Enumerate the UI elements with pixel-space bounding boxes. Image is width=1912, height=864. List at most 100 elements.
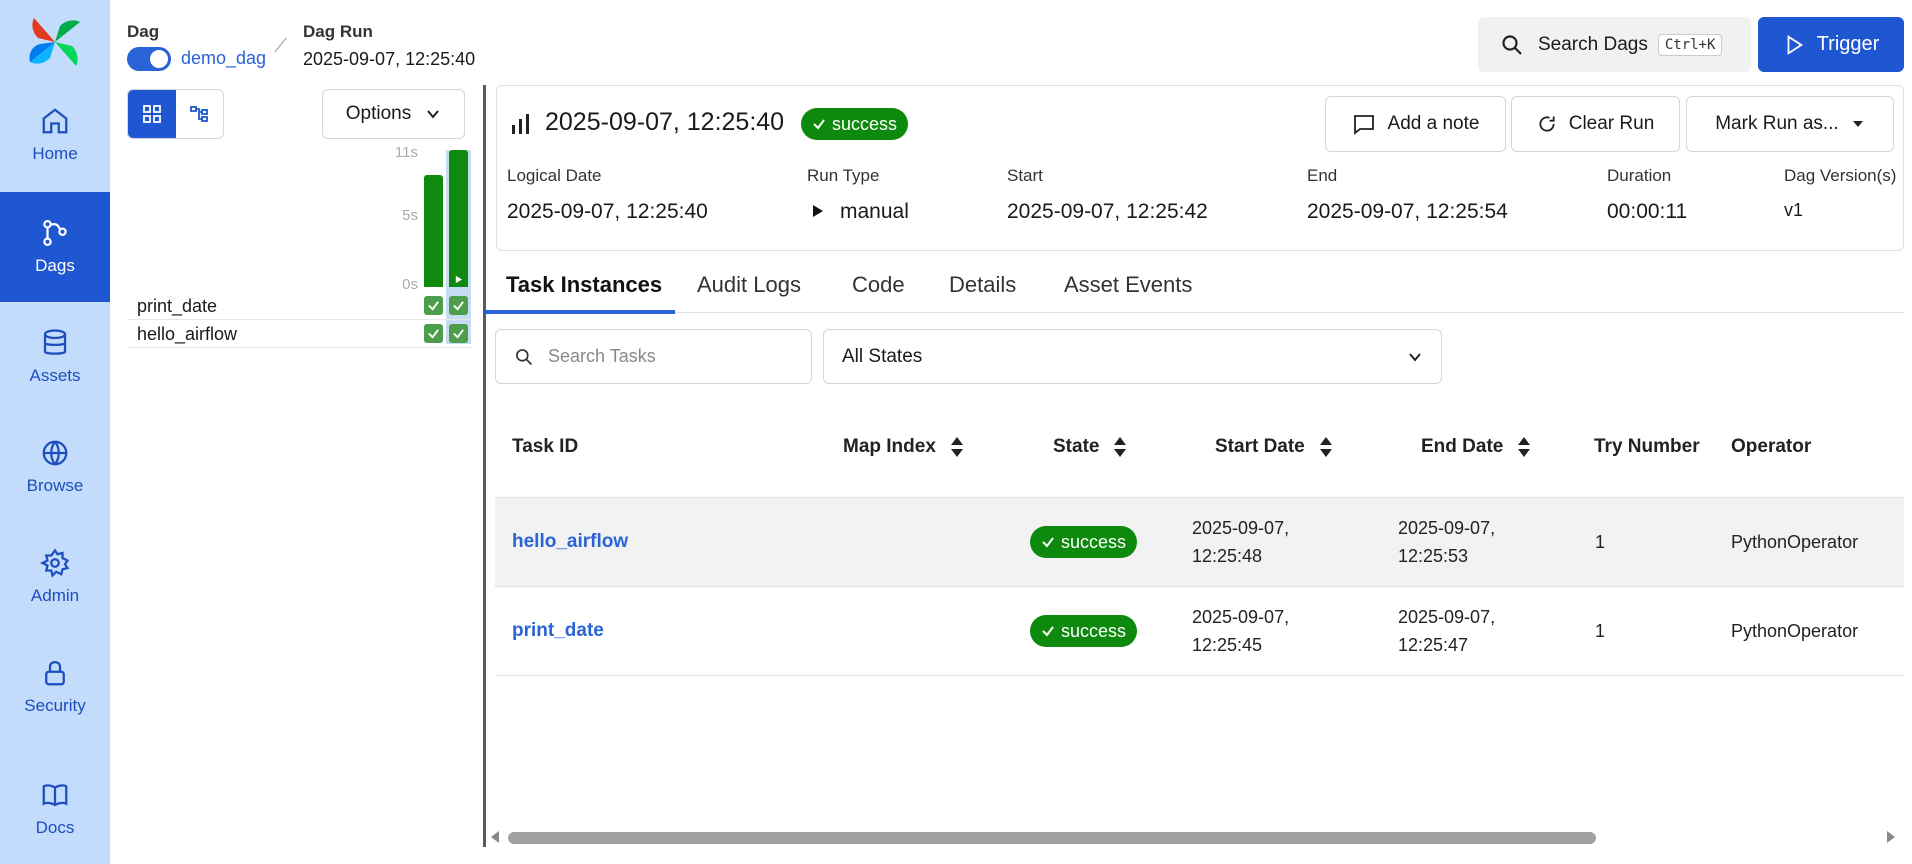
run-duration-bar-selected[interactable] — [449, 150, 468, 287]
mark-run-label: Mark Run as... — [1715, 113, 1839, 134]
sidebar-item-assets[interactable]: Assets — [0, 302, 110, 412]
caret-down-icon — [1852, 121, 1863, 127]
column-header-try-number[interactable]: Try Number — [1594, 436, 1700, 458]
axis-tick-label: 5s — [402, 207, 418, 224]
tab-task-instances[interactable]: Task Instances — [506, 272, 662, 298]
sort-icon — [950, 437, 963, 457]
mark-run-as-dropdown[interactable]: Mark Run as... — [1686, 96, 1894, 152]
check-icon — [453, 329, 464, 339]
run-duration-bar[interactable] — [424, 174, 443, 287]
meta-value-duration: 00:00:11 — [1607, 200, 1688, 223]
meta-value-end: 2025-09-07, 12:25:54 — [1307, 200, 1508, 223]
meta-value-start: 2025-09-07, 12:25:42 — [1007, 200, 1208, 223]
breadcrumb-dag-link[interactable]: demo_dag — [181, 48, 266, 69]
state-filter-select[interactable]: All States — [823, 329, 1442, 384]
sidebar-item-browse[interactable]: Browse — [0, 412, 110, 522]
check-icon — [453, 301, 464, 311]
graph-icon — [190, 106, 209, 122]
clear-run-label: Clear Run — [1568, 113, 1655, 134]
breadcrumb-run-label: Dag Run — [303, 22, 373, 41]
grid-task-row[interactable]: hello_airflow — [127, 320, 472, 348]
grid-view-button[interactable] — [128, 90, 176, 138]
try-number-cell: 1 — [1595, 621, 1606, 641]
sort-icon — [1518, 437, 1531, 457]
airflow-logo[interactable] — [28, 16, 82, 68]
shortcut-badge: Ctrl+K — [1657, 33, 1723, 56]
task-id-link[interactable]: print_date — [512, 620, 604, 642]
options-label: Options — [345, 103, 412, 124]
sidebar-item-label: Browse — [26, 476, 84, 495]
operator-cell: PythonOperator — [1731, 532, 1859, 552]
chevron-down-icon — [1409, 352, 1421, 362]
task-instance-success-cell[interactable] — [424, 296, 443, 315]
task-id-link[interactable]: hello_airflow — [512, 531, 628, 553]
tabs-divider — [484, 312, 1904, 313]
column-header-label: End Date — [1421, 436, 1504, 457]
column-header-task-id[interactable]: Task ID — [512, 436, 578, 458]
start-time-line: 12:25:45 — [1192, 635, 1263, 655]
sidebar-item-label: Dags — [35, 256, 75, 275]
scroll-right-arrow[interactable] — [1887, 831, 1895, 843]
column-header-start-date[interactable]: Start Date — [1215, 436, 1333, 458]
task-instance-success-cell[interactable] — [449, 296, 468, 315]
clear-run-button[interactable]: Clear Run — [1511, 96, 1680, 152]
sidebar-item-label: Home — [32, 144, 78, 163]
panel-resize-handle[interactable] — [483, 85, 486, 847]
search-dags-button[interactable]: Search Dags Ctrl+K — [1478, 17, 1751, 72]
tab-code[interactable]: Code — [852, 272, 905, 298]
globe-icon — [42, 440, 68, 466]
grid-task-row[interactable]: print_date — [127, 292, 472, 320]
tab-audit-logs[interactable]: Audit Logs — [697, 272, 801, 298]
column-header-label: State — [1053, 436, 1100, 457]
dag-icon — [43, 220, 67, 246]
end-time-line: 12:25:53 — [1398, 546, 1469, 566]
meta-value-dag-version[interactable]: v1 — [1784, 200, 1803, 221]
column-header-operator[interactable]: Operator — [1731, 436, 1811, 458]
start-date-cell: 2025-09-07, 12:25:45 — [1192, 603, 1289, 659]
add-note-button[interactable]: Add a note — [1325, 96, 1506, 152]
grid-task-name: print_date — [137, 296, 218, 316]
meta-label-dag-version: Dag Version(s) — [1784, 166, 1897, 185]
column-header-map-index[interactable]: Map Index — [843, 436, 964, 458]
sort-icon — [1319, 437, 1332, 457]
options-dropdown[interactable]: Options — [322, 89, 465, 139]
breadcrumb-dag-label: Dag — [127, 22, 160, 41]
trigger-button[interactable]: Trigger — [1758, 17, 1904, 72]
end-date-cell: 2025-09-07, 12:25:47 — [1398, 603, 1495, 659]
sidebar-item-dags[interactable]: Dags — [0, 192, 110, 302]
play-marker-icon — [455, 275, 463, 284]
sidebar-item-admin[interactable]: Admin — [0, 522, 110, 632]
column-header-label: Map Index — [843, 436, 936, 457]
sidebar-item-security[interactable]: Security — [0, 632, 110, 742]
sidebar-item-docs[interactable]: Docs — [0, 754, 110, 864]
scroll-left-arrow[interactable] — [491, 831, 499, 843]
end-date-line: 2025-09-07, — [1398, 607, 1496, 627]
tab-asset-events[interactable]: Asset Events — [1064, 272, 1192, 298]
graph-view-button[interactable] — [176, 90, 224, 138]
start-date-line: 2025-09-07, — [1192, 518, 1290, 538]
task-instance-success-cell[interactable] — [424, 324, 443, 343]
end-date-cell: 2025-09-07, 12:25:53 — [1398, 514, 1495, 570]
end-date-line: 2025-09-07, — [1398, 518, 1496, 538]
sidebar-item-label: Assets — [29, 366, 81, 385]
status-badge-label: success — [1061, 531, 1127, 552]
tab-details[interactable]: Details — [949, 272, 1016, 298]
sidebar-item-home[interactable]: Home — [0, 80, 110, 190]
horizontal-scrollbar[interactable] — [508, 832, 1596, 844]
meta-label-logical-date: Logical Date — [507, 166, 602, 185]
check-icon — [1042, 626, 1054, 637]
column-header-state[interactable]: State — [1053, 436, 1127, 458]
note-icon — [1353, 115, 1374, 135]
task-instance-success-cell[interactable] — [449, 324, 468, 343]
operator-cell: PythonOperator — [1731, 621, 1859, 641]
meta-label-start: Start — [1007, 166, 1043, 185]
refresh-icon — [1539, 116, 1555, 132]
lock-icon — [45, 660, 65, 686]
status-badge-label: success — [1061, 620, 1127, 641]
search-tasks-input[interactable]: Search Tasks — [495, 329, 812, 384]
dag-pause-toggle[interactable] — [127, 47, 171, 71]
play-icon — [1787, 34, 1803, 55]
axis-tick-label: 11s — [394, 144, 418, 161]
column-header-end-date[interactable]: End Date — [1421, 436, 1531, 458]
meta-value-logical-date: 2025-09-07, 12:25:40 — [507, 200, 708, 223]
